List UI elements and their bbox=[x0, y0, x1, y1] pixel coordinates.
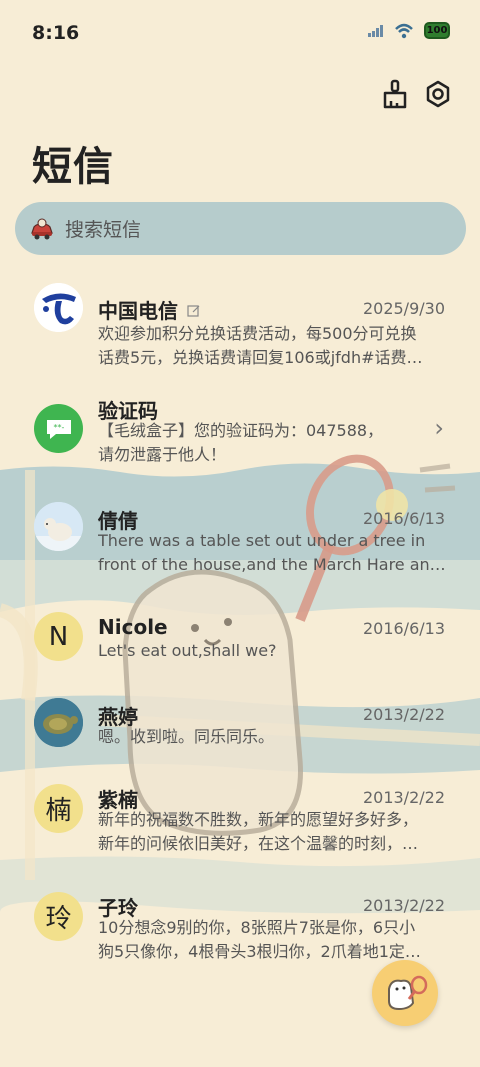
signal-icon bbox=[368, 24, 383, 37]
svg-text:**-: **- bbox=[53, 423, 64, 432]
message-preview: 新年的祝福数不胜数，新年的愿望好多好多， 新年的问候依旧美好，在这个温馨的时刻，… bbox=[98, 810, 419, 853]
message-preview: 【毛绒盒子】您的验证码为：047588， 请勿泄露于他人！ bbox=[98, 421, 384, 464]
list-item[interactable]: 倩倩 2016/6/13 There was a table set out u… bbox=[0, 502, 480, 608]
battery-indicator: 100 bbox=[424, 22, 450, 39]
message-preview: 欢迎参加积分兑换话费活动，每500分可兑换 话费5元，兑换话费请回复106或jf… bbox=[98, 324, 423, 367]
china-telecom-logo bbox=[34, 283, 83, 332]
chevron-right-icon: › bbox=[434, 414, 444, 442]
list-item[interactable]: **- 验证码 【毛绒盒子】您的验证码为：047588， 请勿泄露于他人！ › bbox=[0, 392, 480, 498]
message-preview: There was a table set out under a tree i… bbox=[98, 531, 446, 574]
message-date: 2016/6/13 bbox=[362, 509, 445, 528]
car-mascot-icon bbox=[31, 218, 53, 239]
message-date: 2013/2/22 bbox=[362, 896, 445, 915]
search-placeholder: 搜索短信 bbox=[65, 219, 142, 241]
message-date: 2025/9/30 bbox=[362, 299, 445, 318]
sea-turtle-photo bbox=[34, 698, 83, 747]
search-bar[interactable]: 搜索短信 bbox=[15, 202, 466, 255]
avatar: 玲 bbox=[34, 892, 83, 941]
settings-gear-icon bbox=[426, 80, 450, 108]
message-date: 2016/6/13 bbox=[362, 619, 445, 638]
list-item[interactable]: 中国电信 2025/9/30 欢迎参加积分兑换话费活动，每500分可兑换 话费5… bbox=[0, 282, 480, 388]
polar-bear-photo bbox=[34, 502, 83, 551]
page-title: 短信 bbox=[32, 144, 114, 190]
message-preview: 10分想念9别的你，8张照片7张是你，6只小 狗5只像你，4根骨头3根归你，2爪… bbox=[98, 918, 421, 961]
settings-button[interactable] bbox=[420, 76, 456, 112]
edit-note-icon bbox=[187, 305, 200, 317]
status-icons: 100 bbox=[368, 22, 450, 39]
status-time: 8:16 bbox=[32, 22, 80, 44]
brush-icon bbox=[383, 79, 407, 109]
avatar: 楠 bbox=[34, 784, 83, 833]
message-preview: 嗯。收到啦。同乐同乐。 bbox=[98, 727, 275, 746]
avatar: N bbox=[34, 612, 83, 661]
status-bar: 8:16 100 bbox=[0, 0, 480, 68]
clean-brush-button[interactable] bbox=[377, 76, 413, 112]
message-date: 2013/2/22 bbox=[362, 705, 445, 724]
bear-mascot-icon bbox=[388, 975, 428, 1011]
list-item[interactable]: 楠 紫楠 2013/2/22 新年的祝福数不胜数，新年的愿望好多好多， 新年的问… bbox=[0, 784, 480, 890]
compose-fab-button[interactable] bbox=[372, 960, 438, 1026]
message-preview: Let's eat out,shall we? bbox=[98, 641, 277, 660]
sender-name: 中国电信 bbox=[98, 295, 201, 324]
message-bubble-icon: **- bbox=[34, 404, 83, 453]
message-date: 2013/2/22 bbox=[362, 788, 445, 807]
sender-name: Nicole bbox=[98, 615, 168, 639]
wifi-icon bbox=[395, 23, 413, 38]
